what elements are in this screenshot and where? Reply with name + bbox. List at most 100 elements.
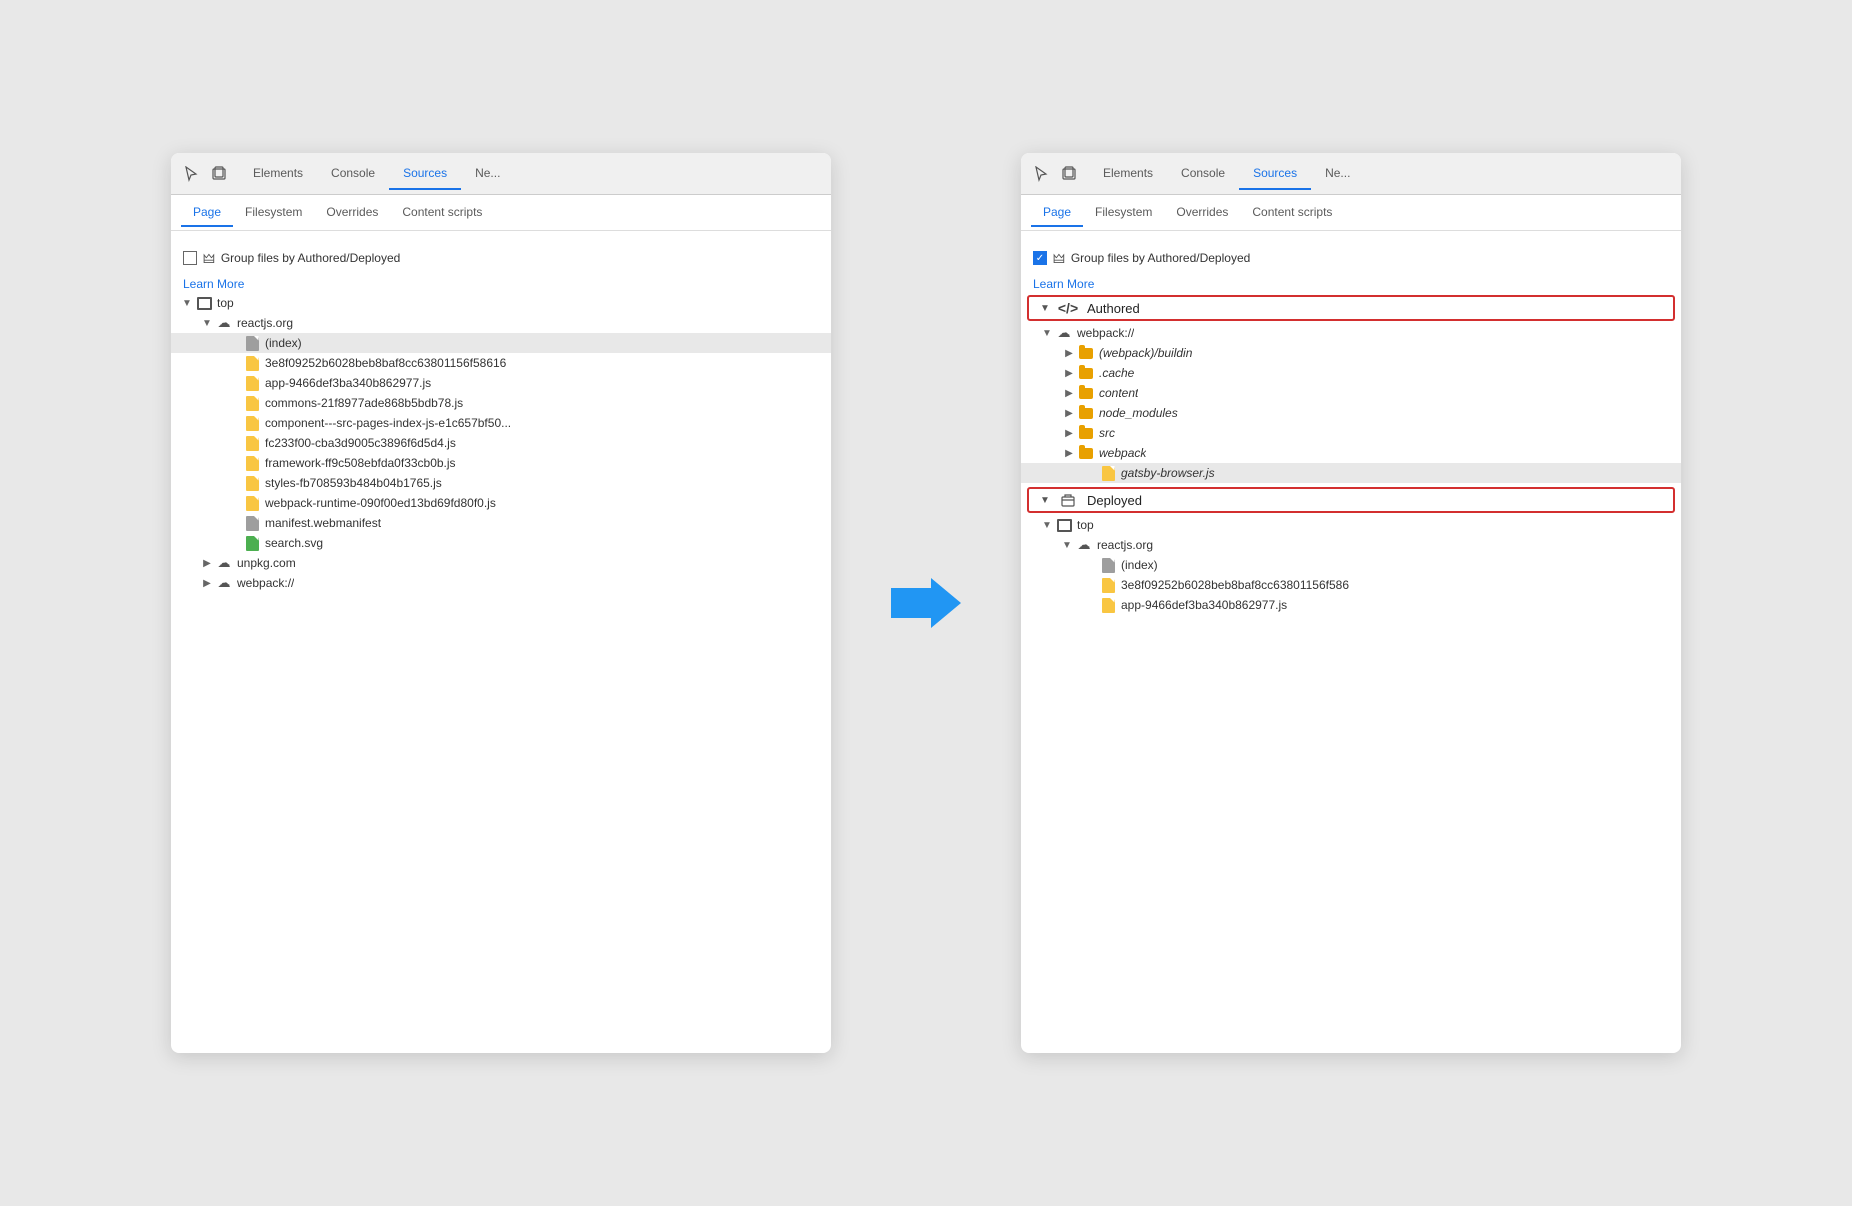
layers-icon[interactable] [209, 164, 229, 184]
label-index-deployed: (index) [1121, 558, 1158, 572]
direction-arrow [891, 578, 961, 628]
expand-reactjs[interactable] [199, 318, 215, 329]
tree-item-gatsby[interactable]: gatsby-browser.js [1021, 463, 1681, 483]
tree-item-src[interactable]: src [1021, 423, 1681, 443]
tree-item-file2-deployed[interactable]: app-9466def3ba340b862977.js [1021, 595, 1681, 615]
left-learn-more[interactable]: Learn More [171, 275, 831, 293]
tree-item-webpack-authored[interactable]: ☁ webpack:// [1021, 323, 1681, 343]
right-funnel-icon: 🜲 [1053, 245, 1065, 271]
expand-reactjs-deployed[interactable] [1059, 540, 1075, 551]
sub-tab-filesystem-right[interactable]: Filesystem [1083, 199, 1164, 227]
tree-item-top[interactable]: top [171, 293, 831, 313]
tree-item-file2[interactable]: app-9466def3ba340b862977.js [171, 373, 831, 393]
tab-sources-right[interactable]: Sources [1239, 158, 1311, 190]
folder-icon-src [1077, 425, 1095, 441]
label-index: (index) [265, 336, 302, 350]
tab-console-left[interactable]: Console [317, 158, 389, 190]
file-icon-gatsby [1099, 465, 1117, 481]
label-file8: webpack-runtime-090f00ed13bd69fd80f0.js [265, 496, 496, 510]
tree-item-index-deployed[interactable]: (index) [1021, 555, 1681, 575]
tree-item-file8[interactable]: webpack-runtime-090f00ed13bd69fd80f0.js [171, 493, 831, 513]
sub-tab-contentscripts-left[interactable]: Content scripts [390, 199, 494, 227]
tree-item-file6[interactable]: framework-ff9c508ebfda0f33cb0b.js [171, 453, 831, 473]
expand-webpack-folder[interactable] [1061, 448, 1077, 459]
expand-deployed[interactable] [1037, 495, 1053, 506]
left-group-checkbox[interactable] [183, 251, 197, 265]
authored-section-header[interactable]: </> Authored [1027, 295, 1675, 321]
tree-item-file1-deployed[interactable]: 3e8f09252b6028beb8baf8cc63801156f586 [1021, 575, 1681, 595]
file-icon-3 [243, 395, 261, 411]
tab-network-right[interactable]: Ne... [1311, 158, 1364, 190]
tree-item-file5[interactable]: fc233f00-cba3d9005c3896f6d5d4.js [171, 433, 831, 453]
sub-tab-overrides-right[interactable]: Overrides [1164, 199, 1240, 227]
label-manifest: manifest.webmanifest [265, 516, 381, 530]
label-src: src [1099, 426, 1115, 440]
tree-item-webpack-folder[interactable]: webpack [1021, 443, 1681, 463]
tab-elements-right[interactable]: Elements [1089, 158, 1167, 190]
expand-content[interactable] [1061, 388, 1077, 399]
tab-sources-left[interactable]: Sources [389, 158, 461, 190]
left-tab-bar: Elements Console Sources Ne... [239, 158, 821, 190]
label-file4: component---src-pages-index-js-e1c657bf5… [265, 416, 511, 430]
tree-item-content[interactable]: content [1021, 383, 1681, 403]
sub-tab-overrides-left[interactable]: Overrides [314, 199, 390, 227]
tree-item-unpkg[interactable]: ☁ unpkg.com [171, 553, 831, 573]
tab-elements-left[interactable]: Elements [239, 158, 317, 190]
expand-webpack-authored[interactable] [1039, 328, 1055, 339]
sub-tab-page-right[interactable]: Page [1031, 199, 1083, 227]
file-icon-index [243, 335, 261, 351]
expand-nodemodules[interactable] [1061, 408, 1077, 419]
label-buildin: (webpack)/buildin [1099, 346, 1192, 360]
left-group-row: 🜲 Group files by Authored/Deployed [171, 241, 831, 275]
expand-unpkg[interactable] [199, 558, 215, 569]
tree-item-reactjs[interactable]: ☁ reactjs.org [171, 313, 831, 333]
cursor-icon-right[interactable] [1031, 164, 1051, 184]
expand-buildin[interactable] [1061, 348, 1077, 359]
sub-tab-filesystem-left[interactable]: Filesystem [233, 199, 314, 227]
tree-item-manifest[interactable]: manifest.webmanifest [171, 513, 831, 533]
label-file7: styles-fb708593b484b04b1765.js [265, 476, 442, 490]
sub-tab-contentscripts-right[interactable]: Content scripts [1240, 199, 1344, 227]
file-icon-6 [243, 455, 261, 471]
cloud-icon-webpack: ☁ [215, 575, 233, 591]
right-toolbar-icons [1031, 164, 1079, 184]
file-icon-8 [243, 495, 261, 511]
code-icon-authored: </> [1059, 300, 1077, 316]
tree-item-index[interactable]: (index) [171, 333, 831, 353]
label-top: top [217, 296, 234, 310]
left-sub-tab-bar: Page Filesystem Overrides Content script… [171, 195, 831, 231]
label-file2: app-9466def3ba340b862977.js [265, 376, 431, 390]
tree-item-reactjs-deployed[interactable]: ☁ reactjs.org [1021, 535, 1681, 555]
folder-icon-cache [1077, 365, 1095, 381]
tab-console-right[interactable]: Console [1167, 158, 1239, 190]
deployed-section-header[interactable]: Deployed [1027, 487, 1675, 513]
expand-webpack-left[interactable] [199, 578, 215, 589]
sub-tab-page-left[interactable]: Page [181, 199, 233, 227]
tree-item-file1[interactable]: 3e8f09252b6028beb8baf8cc63801156f58616 [171, 353, 831, 373]
expand-src[interactable] [1061, 428, 1077, 439]
tab-network-left[interactable]: Ne... [461, 158, 514, 190]
right-learn-more[interactable]: Learn More [1021, 275, 1681, 293]
expand-authored[interactable] [1037, 303, 1053, 314]
tree-item-buildin[interactable]: (webpack)/buildin [1021, 343, 1681, 363]
tree-item-top-deployed[interactable]: top [1021, 515, 1681, 535]
tree-item-webpack-left[interactable]: ☁ webpack:// [171, 573, 831, 593]
tree-item-file7[interactable]: styles-fb708593b484b04b1765.js [171, 473, 831, 493]
expand-cache[interactable] [1061, 368, 1077, 379]
cursor-icon[interactable] [181, 164, 201, 184]
tree-item-nodemodules[interactable]: node_modules [1021, 403, 1681, 423]
label-search: search.svg [265, 536, 323, 550]
tree-item-search[interactable]: search.svg [171, 533, 831, 553]
left-toolbar: Elements Console Sources Ne... [171, 153, 831, 195]
layers-icon-right[interactable] [1059, 164, 1079, 184]
tree-item-file3[interactable]: commons-21f8977ade868b5bdb78.js [171, 393, 831, 413]
expand-top[interactable] [179, 298, 195, 309]
label-file3: commons-21f8977ade868b5bdb78.js [265, 396, 463, 410]
tree-item-cache[interactable]: .cache [1021, 363, 1681, 383]
file-icon-manifest [243, 515, 261, 531]
right-sub-tab-bar: Page Filesystem Overrides Content script… [1021, 195, 1681, 231]
expand-top-deployed[interactable] [1039, 520, 1055, 531]
label-nodemodules: node_modules [1099, 406, 1178, 420]
tree-item-file4[interactable]: component---src-pages-index-js-e1c657bf5… [171, 413, 831, 433]
right-group-checkbox[interactable] [1033, 251, 1047, 265]
